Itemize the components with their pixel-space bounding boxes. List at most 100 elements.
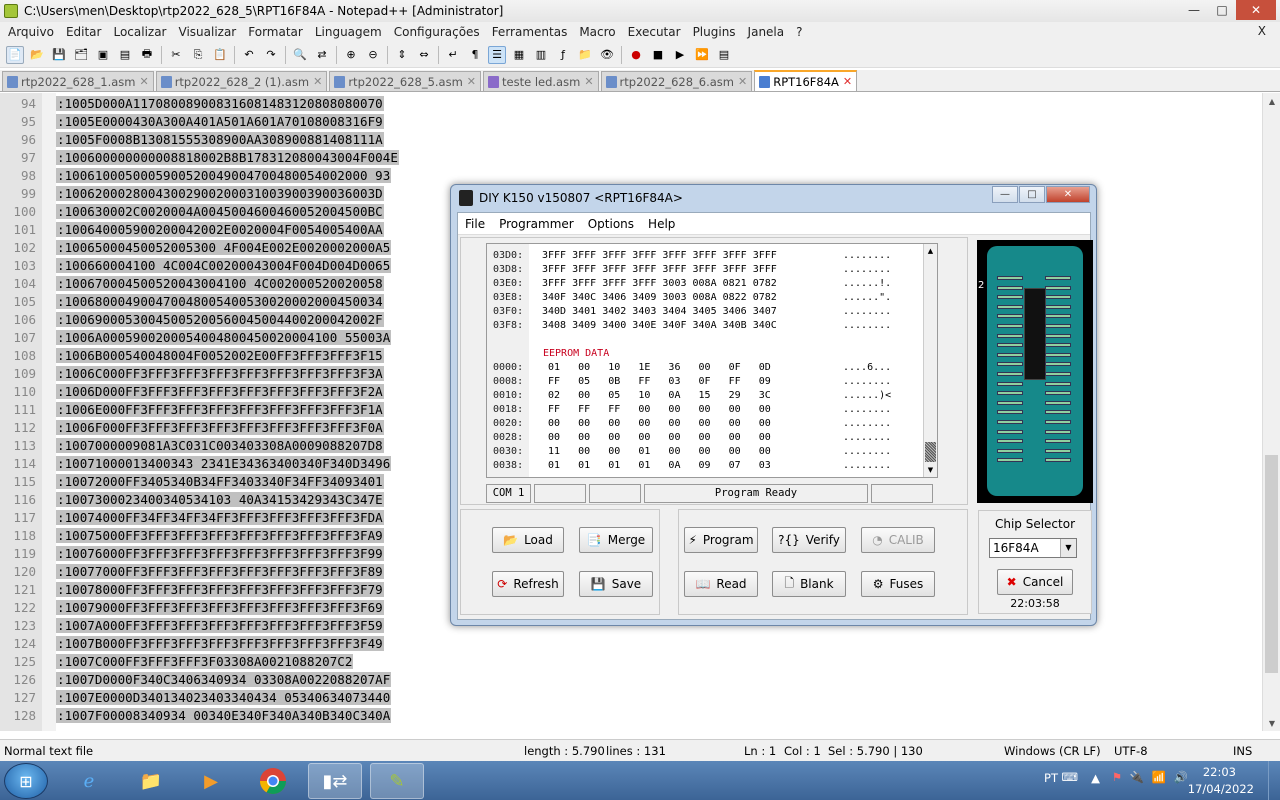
close-file-icon[interactable]: ▣ bbox=[94, 46, 112, 64]
new-file-icon[interactable]: 📄 bbox=[6, 45, 24, 64]
code-line[interactable]: 103:100660004100 4C004C00200043004F004D0… bbox=[0, 256, 460, 274]
code-line[interactable]: 95:1005E0000430A300A401A501A601A70108008… bbox=[0, 112, 460, 130]
hex-scrollbar[interactable]: ▲ ▼ bbox=[923, 244, 937, 477]
calib-button[interactable]: ◔ CALIB bbox=[861, 527, 935, 553]
hex-scroll-thumb[interactable] bbox=[925, 442, 936, 462]
tab-close-icon[interactable]: ✕ bbox=[738, 75, 747, 88]
cut-icon[interactable]: ✂ bbox=[167, 46, 185, 64]
save-all-icon[interactable]: 🗂 bbox=[72, 46, 90, 64]
code-line[interactable]: 122:10079000FF3FFF3FFF3FFF3FFF3FFF3FFF3F… bbox=[0, 598, 460, 616]
code-line[interactable]: 102:10065000450052005300 4F004E002E00200… bbox=[0, 238, 460, 256]
code-line[interactable]: 115:10072000FF3405340B34FF3403340F34FF34… bbox=[0, 472, 460, 490]
code-line[interactable]: 123:1007A000FF3FFF3FFF3FFF3FFF3FFF3FFF3F… bbox=[0, 616, 460, 634]
code-line[interactable]: 98:1006100050005900520049004700480054002… bbox=[0, 166, 460, 184]
read-button[interactable]: 📖 Read bbox=[684, 571, 758, 597]
zoom-in-icon[interactable]: ⊕ bbox=[342, 46, 360, 64]
keyboard-icon[interactable]: ⌨ bbox=[1061, 770, 1078, 784]
code-line[interactable]: 128:1007F00008340934 00340E340F340A340B3… bbox=[0, 706, 460, 724]
code-line[interactable]: 127:1007E0000D340134023403340434 0534063… bbox=[0, 688, 460, 706]
menu-plugins[interactable]: Plugins bbox=[687, 25, 742, 39]
hex-scroll-up-icon[interactable]: ▲ bbox=[924, 244, 937, 258]
code-line[interactable]: 97:100600000000008818002B8B1783120800430… bbox=[0, 148, 460, 166]
scrollbar-thumb[interactable] bbox=[1265, 455, 1278, 673]
load-button[interactable]: 📂 Load bbox=[492, 527, 564, 553]
code-line[interactable]: 126:1007D0000F340C3406340934 03308A00220… bbox=[0, 670, 460, 688]
tab-close-icon[interactable]: ✕ bbox=[467, 75, 476, 88]
function-list-icon[interactable]: ƒ bbox=[554, 46, 572, 64]
code-line[interactable]: 109:1006C000FF3FFF3FFF3FFF3FFF3FFF3FFF3F… bbox=[0, 364, 460, 382]
internet-explorer-icon[interactable]: ℯ bbox=[62, 763, 116, 799]
code-line[interactable]: 124:1007B000FF3FFF3FFF3FFF3FFF3FFF3FFF3F… bbox=[0, 634, 460, 652]
code-line[interactable]: 106:100690005300450052005600450044002000… bbox=[0, 310, 460, 328]
hex-view[interactable]: 03D0: 3FFF 3FFF 3FFF 3FFF 3FFF 3FFF 3FFF … bbox=[486, 243, 938, 478]
save-macro-icon[interactable]: ▤ bbox=[715, 46, 733, 64]
print-icon[interactable]: 🖶 bbox=[138, 46, 156, 64]
code-line[interactable]: 96:1005F0008B13081555308900AA30890088140… bbox=[0, 130, 460, 148]
diy-close-button[interactable]: ✕ bbox=[1046, 186, 1090, 203]
tab-close-icon[interactable]: ✕ bbox=[584, 75, 593, 88]
scroll-up-icon[interactable]: ▲ bbox=[1263, 93, 1280, 109]
media-player-icon[interactable]: ▶ bbox=[184, 763, 238, 799]
word-wrap-icon[interactable]: ↵ bbox=[444, 46, 462, 64]
diy-menu-file[interactable]: File bbox=[458, 217, 492, 231]
record-macro-icon[interactable]: ● bbox=[627, 46, 645, 64]
stop-macro-icon[interactable]: ■ bbox=[649, 46, 667, 64]
diy-minimize-button[interactable]: — bbox=[992, 186, 1018, 203]
code-line[interactable]: 110:1006D000FF3FFF3FFF3FFF3FFF3FFF3FFF3F… bbox=[0, 382, 460, 400]
zoom-out-icon[interactable]: ⊖ bbox=[364, 46, 382, 64]
close-all-icon[interactable]: ▤ bbox=[116, 46, 134, 64]
code-line[interactable]: 111:1006E000FF3FFF3FFF3FFF3FFF3FFF3FFF3F… bbox=[0, 400, 460, 418]
code-line[interactable]: 119:10076000FF3FFF3FFF3FFF3FFF3FFF3FFF3F… bbox=[0, 544, 460, 562]
code-line[interactable]: 125:1007C000FF3FFF3FFF3F03308A0021088207… bbox=[0, 652, 460, 670]
encoding[interactable]: UTF-8 bbox=[1114, 744, 1148, 758]
diy-menu-help[interactable]: Help bbox=[641, 217, 682, 231]
code-line[interactable]: 107:1006A0005900200054004800450020004100… bbox=[0, 328, 460, 346]
open-file-icon[interactable]: 📂 bbox=[28, 46, 46, 64]
code-line[interactable]: 121:10078000FF3FFF3FFF3FFF3FFF3FFF3FFF3F… bbox=[0, 580, 460, 598]
file-explorer-icon[interactable]: 📁 bbox=[124, 763, 178, 799]
show-desktop-button[interactable] bbox=[1268, 761, 1280, 800]
code-line[interactable]: 104:100670004500520043004100 4C002000520… bbox=[0, 274, 460, 292]
diy-menu-options[interactable]: Options bbox=[581, 217, 641, 231]
tab-close-icon[interactable]: ✕ bbox=[843, 75, 852, 88]
diy-menu-programmer[interactable]: Programmer bbox=[492, 217, 581, 231]
chrome-icon[interactable] bbox=[246, 763, 300, 799]
verify-button[interactable]: ?{} Verify bbox=[772, 527, 846, 553]
undo-icon[interactable]: ↶ bbox=[240, 46, 258, 64]
indent-guide-icon[interactable]: ☰ bbox=[488, 45, 506, 64]
tab-rpt16f84a[interactable]: RPT16F84A ✕ bbox=[754, 70, 858, 91]
code-line[interactable]: 117:10074000FF34FF34FF34FF3FFF3FFF3FFF3F… bbox=[0, 508, 460, 526]
menu-linguagem[interactable]: Linguagem bbox=[309, 25, 388, 39]
menu-ferramentas[interactable]: Ferramentas bbox=[486, 25, 574, 39]
blank-button[interactable]: 🗋 Blank bbox=[772, 571, 846, 597]
language-indicator[interactable]: PT bbox=[1044, 771, 1058, 785]
tab-rtp2022-628-5[interactable]: rtp2022_628_5.asm ✕ bbox=[329, 71, 482, 91]
code-line[interactable]: 118:10075000FF3FFF3FFF3FFF3FFF3FFF3FFF3F… bbox=[0, 526, 460, 544]
code-line[interactable]: 108:1006B000540048004F0052002E00FF3FFF3F… bbox=[0, 346, 460, 364]
scroll-down-icon[interactable]: ▼ bbox=[1263, 715, 1280, 731]
code-line[interactable]: 105:100680004900470048005400530020002000… bbox=[0, 292, 460, 310]
play-macro-icon[interactable]: ▶ bbox=[671, 46, 689, 64]
minimize-button[interactable]: — bbox=[1180, 0, 1208, 20]
paste-icon[interactable]: 📋 bbox=[211, 46, 229, 64]
sync-vertical-icon[interactable]: ⇕ bbox=[393, 46, 411, 64]
code-line[interactable]: 114:10071000013400343 2341E34363400340F3… bbox=[0, 454, 460, 472]
merge-button[interactable]: 📑 Merge bbox=[579, 527, 653, 553]
tab-close-icon[interactable]: ✕ bbox=[313, 75, 322, 88]
show-all-chars-icon[interactable]: ¶ bbox=[466, 46, 484, 64]
find-icon[interactable]: 🔍 bbox=[291, 46, 309, 64]
tab-close-icon[interactable]: ✕ bbox=[139, 75, 148, 88]
menu-configuracoes[interactable]: Configurações bbox=[388, 25, 486, 39]
code-line[interactable]: 113:1007000009081A3C031C003403308A000908… bbox=[0, 436, 460, 454]
vertical-scrollbar[interactable]: ▲ ▼ bbox=[1262, 93, 1280, 731]
maximize-button[interactable]: □ bbox=[1208, 0, 1236, 20]
volume-icon[interactable]: 🔊 bbox=[1174, 770, 1188, 784]
tab-teste-led[interactable]: teste led.asm ✕ bbox=[483, 71, 599, 91]
code-line[interactable]: 120:10077000FF3FFF3FFF3FFF3FFF3FFF3FFF3F… bbox=[0, 562, 460, 580]
menu-janela[interactable]: Janela bbox=[742, 25, 791, 39]
notepadpp-taskbar-icon[interactable]: ✎ bbox=[370, 763, 424, 799]
code-line[interactable]: 116:1007300023400340534103 40A3415342934… bbox=[0, 490, 460, 508]
network-icon[interactable]: 📶 bbox=[1152, 770, 1166, 784]
tray-expand-icon[interactable]: ▲ bbox=[1091, 771, 1100, 785]
refresh-button[interactable]: ⟳ Refresh bbox=[492, 571, 564, 597]
